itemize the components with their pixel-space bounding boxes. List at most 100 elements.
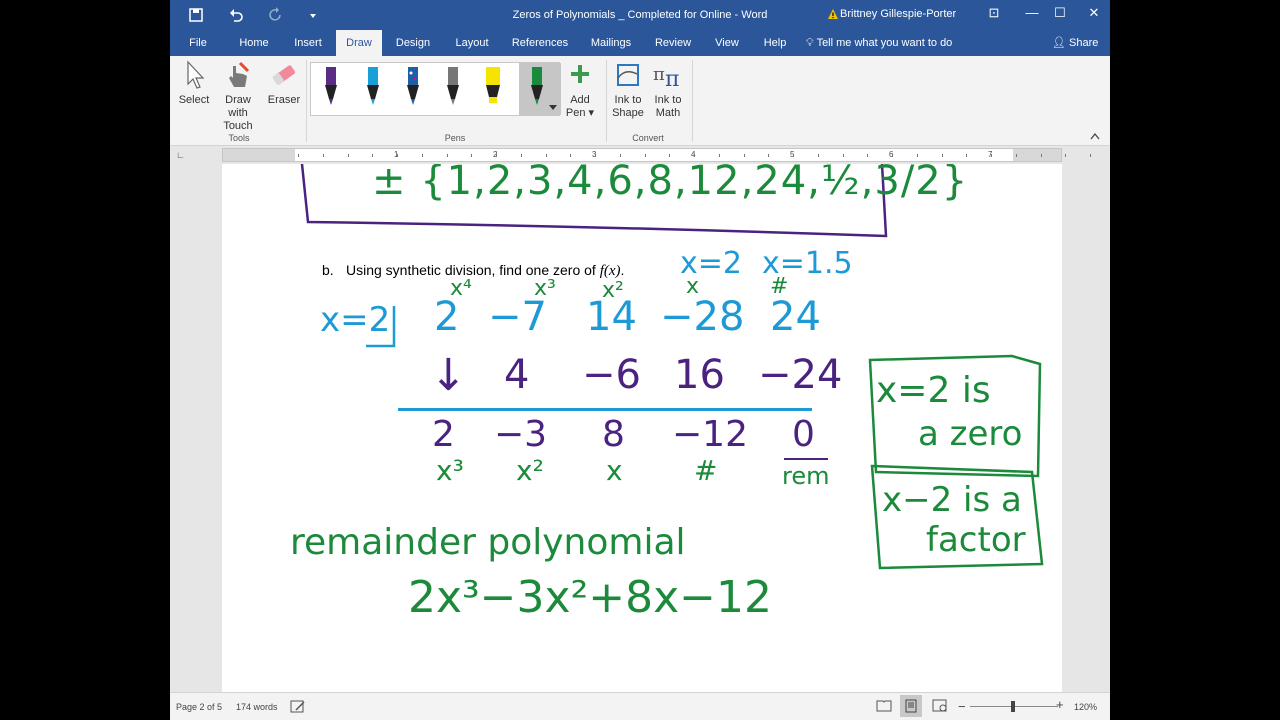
zoom-level[interactable]: 120%	[1074, 702, 1097, 712]
ruler-tick	[867, 154, 869, 157]
ink-bottom-x2: x²	[516, 454, 544, 487]
ink-result-2: −3	[494, 414, 548, 455]
ink-box2-line1: x−2 is a	[882, 480, 1022, 520]
ruler-tick	[545, 154, 547, 157]
pen-pencil-gray-icon[interactable]	[443, 65, 463, 109]
proofing-icon[interactable]	[290, 700, 306, 713]
ribbon-tabs: File Home Insert Draw Design Layout Refe…	[170, 30, 1110, 56]
ink-math-label-2: Math	[655, 107, 681, 119]
tab-design[interactable]: Design	[392, 30, 434, 56]
ruler-tick	[372, 154, 374, 157]
ink-to-shape-icon	[617, 64, 639, 86]
ruler-tick	[1015, 154, 1017, 157]
ruler-tick	[471, 154, 473, 157]
maximize-icon[interactable]: ☐	[1050, 5, 1070, 23]
print-layout-icon	[905, 699, 917, 713]
tab-review[interactable]: Review	[650, 30, 696, 56]
ruler-tick	[397, 154, 398, 157]
eraser-icon	[272, 65, 296, 85]
draw-with-touch-button[interactable]: Draw with Touch	[214, 60, 262, 133]
pen-galaxy-icon[interactable]	[403, 65, 423, 109]
page-count[interactable]: Page 2 of 5	[176, 702, 222, 712]
tab-file[interactable]: File	[180, 30, 216, 56]
document-area[interactable]: ± {1,2,3,4,6,8,12,24,½,3/2} b. Using synt…	[170, 164, 1110, 692]
ink-row2-2: −6	[582, 352, 641, 398]
lightbulb-icon: 💡︎	[806, 37, 814, 49]
pen-light-blue-icon[interactable]	[363, 65, 383, 109]
ink-row2-4: −24	[758, 352, 843, 398]
ruler-row: ∟ 1 2 3 4 5 6 7	[170, 146, 1110, 164]
svg-text:π: π	[653, 64, 665, 85]
horizontal-ruler[interactable]: 1 2 3 4 5 6 7	[222, 148, 1091, 162]
close-icon[interactable]: ✕	[1084, 5, 1104, 23]
ink-coef-1: 2	[434, 294, 460, 340]
ribbon-separator	[692, 60, 693, 142]
pen-green-icon	[531, 67, 543, 105]
tab-view[interactable]: View	[710, 30, 744, 56]
ruler-tick	[842, 154, 844, 157]
select-button[interactable]: Select	[178, 60, 210, 107]
ink-box1-line1: x=2 is	[876, 370, 991, 411]
touch-hand-icon	[229, 61, 250, 87]
ink-math-label-1: Ink to	[654, 94, 682, 106]
ruler-tick	[694, 154, 695, 157]
print-layout-button[interactable]	[900, 695, 922, 717]
zoom-in-icon[interactable]: +	[1056, 697, 1064, 712]
ruler-tick	[817, 154, 819, 157]
ribbon-separator	[306, 60, 307, 142]
question-text: Using synthetic division, find one zero …	[346, 262, 600, 278]
selected-pen-slot[interactable]	[519, 63, 561, 115]
share-button[interactable]: 👤︎ Share	[1052, 30, 1098, 56]
word-count[interactable]: 174 words	[236, 702, 278, 712]
web-layout-icon[interactable]	[932, 699, 948, 713]
read-mode-icon[interactable]	[876, 699, 892, 713]
ruler-tick	[347, 154, 349, 157]
minimize-icon[interactable]: —	[1022, 5, 1042, 23]
add-pen-label-1: Add	[570, 94, 590, 106]
ribbon-display-options-icon[interactable]: ⊡	[984, 5, 1004, 23]
share-label: Share	[1069, 37, 1099, 49]
ink-row2-1: 4	[504, 352, 530, 398]
ink-bottom-constant: #	[694, 454, 718, 487]
ink-coef-5: 24	[770, 294, 821, 340]
tab-layout[interactable]: Layout	[450, 30, 494, 56]
tab-selector-icon[interactable]: ∟	[176, 150, 186, 160]
tab-insert[interactable]: Insert	[288, 30, 328, 56]
tell-me-search[interactable]: 💡︎ Tell me what you want to do	[806, 30, 952, 56]
ink-coef-3: 14	[586, 294, 637, 340]
ribbon-separator	[606, 60, 607, 142]
tab-draw[interactable]: Draw	[336, 30, 382, 56]
add-pen-button[interactable]: Add Pen ▾	[564, 60, 596, 120]
collapse-ribbon-icon[interactable]	[1090, 132, 1100, 140]
pen-purple-icon[interactable]	[321, 65, 341, 109]
ruler-tick	[644, 154, 646, 157]
highlighter-yellow-icon[interactable]	[483, 65, 503, 109]
ruler-tick	[768, 154, 770, 157]
ruler-tick	[793, 154, 794, 157]
convert-group-label: Convert	[632, 133, 664, 143]
ink-to-shape-button[interactable]: Ink to Shape	[610, 60, 646, 120]
ruler-tick	[1090, 154, 1091, 157]
ink-box2-line2: factor	[926, 520, 1026, 560]
right-margin-area	[1013, 149, 1061, 161]
tab-mailings[interactable]: Mailings	[586, 30, 636, 56]
question-function: f(x)	[599, 263, 621, 279]
ruler-tick	[966, 154, 968, 157]
tab-home[interactable]: Home	[234, 30, 274, 56]
ruler-tick	[421, 154, 423, 157]
user-name[interactable]: Brittney Gillespie-Porter	[840, 8, 956, 20]
zoom-slider-thumb[interactable]	[1011, 701, 1015, 712]
question-end: .	[620, 262, 625, 278]
ruler-tick	[916, 154, 918, 157]
left-margin-area	[223, 149, 295, 161]
eraser-label: Eraser	[267, 94, 301, 106]
question-label: b.	[322, 262, 334, 278]
title-bar: Zeros of Polynomials _ Completed for Onl…	[170, 0, 1110, 30]
tab-references[interactable]: References	[508, 30, 572, 56]
eraser-button[interactable]: Eraser	[266, 60, 302, 107]
ink-division-line	[398, 408, 812, 411]
document-page[interactable]: ± {1,2,3,4,6,8,12,24,½,3/2} b. Using synt…	[222, 164, 1062, 692]
tab-help[interactable]: Help	[758, 30, 792, 56]
ink-to-math-button[interactable]: ππ Ink to Math	[650, 60, 686, 120]
zoom-out-icon[interactable]: −	[958, 699, 966, 714]
